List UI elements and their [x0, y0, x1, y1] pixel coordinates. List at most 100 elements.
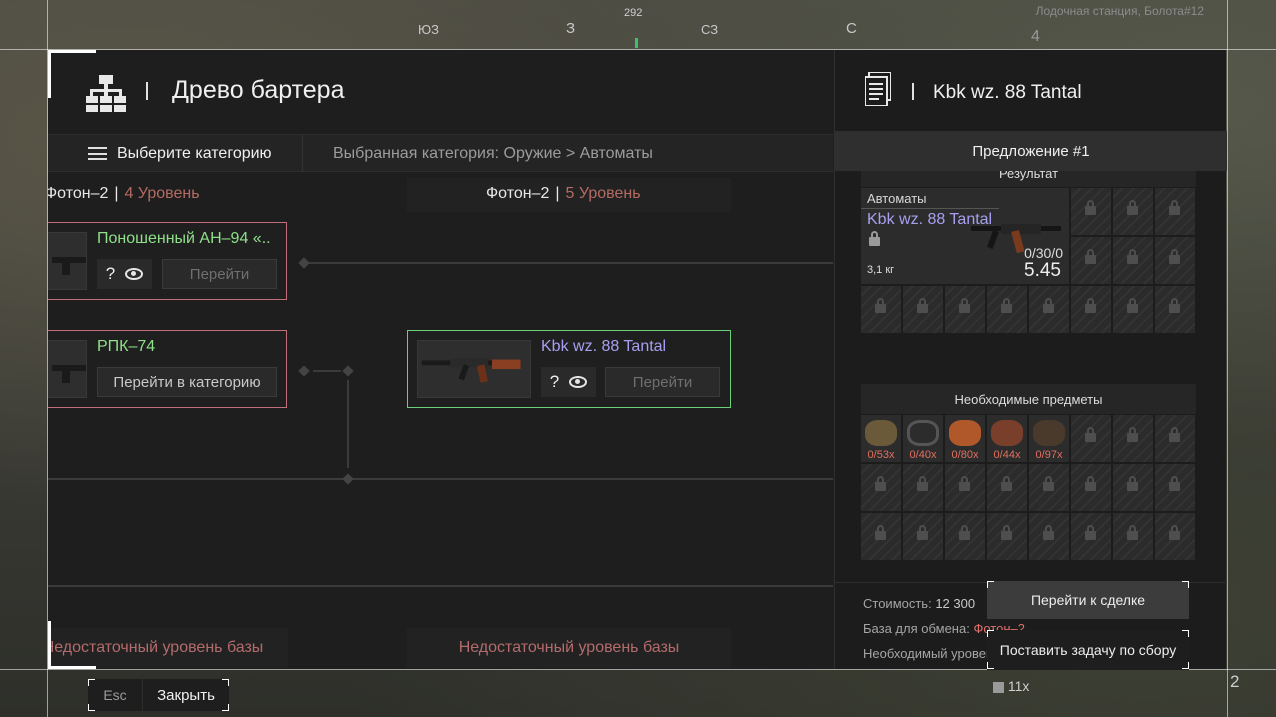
- help-icon[interactable]: ?: [550, 372, 559, 392]
- go-to-category-button[interactable]: Перейти в категорию: [97, 367, 277, 397]
- locked-slot: [1113, 286, 1153, 333]
- lock-icon: [959, 525, 970, 540]
- lock-icon: [1085, 200, 1096, 215]
- multiplier-label: 11x: [993, 678, 1029, 694]
- offer-detail-pane: Kbk wz. 88 Tantal Предложение #1 Результ…: [834, 50, 1227, 670]
- lock-icon: [869, 231, 880, 246]
- lock-icon: [1169, 476, 1180, 491]
- lock-icon: [1127, 298, 1138, 313]
- card-title: РПК–74: [97, 338, 156, 355]
- compass-tick: ЮЗ: [418, 22, 439, 37]
- locked-slot: [1071, 237, 1111, 284]
- locked-slot: [1155, 464, 1195, 511]
- required-items-grid: 0/53x 0/40x 0/80x 0/44x 0/97x: [861, 415, 1195, 560]
- item-ammo: 0/30/0: [1024, 245, 1063, 261]
- item-thumbnail: [48, 232, 87, 290]
- select-category-label: Выберите категорию: [117, 144, 272, 162]
- locked-slot: [1071, 513, 1111, 560]
- lock-icon: [1127, 249, 1138, 264]
- hud-number: 4: [1031, 28, 1040, 45]
- required-item[interactable]: 0/53x: [861, 415, 901, 462]
- button-corner: [88, 704, 95, 711]
- required-count: 0/80x: [951, 449, 979, 461]
- compass-bearing: 292: [624, 7, 643, 19]
- lock-icon: [1043, 476, 1054, 491]
- go-button[interactable]: Перейти: [162, 259, 277, 289]
- view-icon[interactable]: [125, 268, 144, 280]
- page-title: Древо бартера: [172, 76, 345, 104]
- go-button[interactable]: Перейти: [605, 367, 720, 397]
- tree-node-dot: [342, 473, 354, 485]
- locked-slot: [987, 286, 1027, 333]
- window-corner: [48, 621, 96, 669]
- esc-key-hint[interactable]: Esc: [88, 679, 142, 711]
- locked-slot: [903, 513, 943, 560]
- lock-icon: [1169, 249, 1180, 264]
- tree-card-an94[interactable]: Поношенный АН–94 «.. ? Перейти: [48, 222, 287, 300]
- frame-line: [1227, 0, 1228, 717]
- lock-icon: [1085, 249, 1096, 264]
- go-to-deal-button[interactable]: Перейти к сделке: [987, 581, 1189, 619]
- tree-card-tantal[interactable]: Kbk wz. 88 Tantal ? Перейти: [407, 330, 731, 408]
- tree-card-rpk74[interactable]: РПК–74 Перейти в категорию: [48, 330, 287, 408]
- compass-tick: З: [566, 20, 576, 37]
- cost-row: Стоимость: 12 300: [863, 596, 975, 611]
- button-corner: [222, 679, 229, 686]
- location-label: Лодочная станция, Болота#12: [1035, 4, 1204, 18]
- rifle-icon: [52, 257, 86, 275]
- item-name: Kbk wz. 88 Tantal: [867, 211, 993, 228]
- locked-slot: [903, 286, 943, 333]
- locked-slot: [1071, 188, 1111, 235]
- required-item[interactable]: 0/97x: [1029, 415, 1069, 462]
- close-button[interactable]: Закрыть: [143, 679, 229, 711]
- locked-slot: [1029, 513, 1069, 560]
- lock-icon: [959, 298, 970, 313]
- lock-icon: [917, 525, 928, 540]
- help-icon[interactable]: ?: [106, 264, 115, 284]
- set-collection-task-button[interactable]: Поставить задачу по сбору: [987, 630, 1189, 670]
- tree-connector: [48, 585, 833, 587]
- locked-slot: [1071, 415, 1111, 462]
- document-icon: [865, 72, 891, 106]
- item-caliber: 5.45: [1024, 260, 1061, 281]
- locked-slot: [861, 464, 901, 511]
- required-item[interactable]: 0/40x: [903, 415, 943, 462]
- select-category-button[interactable]: Выберите категорию: [48, 135, 303, 172]
- resource-icon: [991, 420, 1023, 446]
- lock-icon: [1085, 476, 1096, 491]
- required-item[interactable]: 0/44x: [987, 415, 1027, 462]
- detail-title: Kbk wz. 88 Tantal: [933, 82, 1082, 103]
- required-count: 0/97x: [1035, 449, 1063, 461]
- rifle-icon: [421, 358, 521, 383]
- category-bar: Выберите категорию Выбранная категория: …: [48, 134, 833, 172]
- locked-slot: [1155, 286, 1195, 333]
- cost-label: Стоимость:: [863, 596, 932, 611]
- compass-marker: [635, 38, 638, 48]
- lock-icon: [1001, 476, 1012, 491]
- result-item[interactable]: Автоматы Kbk wz. 88 Tantal 3,1 кг 0/30/0…: [861, 188, 1069, 284]
- locked-slot: [945, 513, 985, 560]
- lock-icon: [1169, 427, 1180, 442]
- tab-offer-1[interactable]: Предложение #1: [835, 131, 1227, 171]
- locked-slot: [1155, 513, 1195, 560]
- required-item[interactable]: 0/80x: [945, 415, 985, 462]
- locked-slot: [1029, 464, 1069, 511]
- result-grid-right: [1071, 188, 1195, 284]
- rifle-icon: [52, 365, 86, 383]
- window-corner: [48, 50, 96, 98]
- item-weight: 3,1 кг: [867, 264, 895, 276]
- lock-icon: [1085, 525, 1096, 540]
- locked-slot: [1113, 237, 1153, 284]
- hud-count: 2: [1230, 672, 1240, 691]
- lock-icon: [1085, 427, 1096, 442]
- resource-icon: [1033, 420, 1065, 446]
- view-icon[interactable]: [569, 376, 588, 388]
- base-label: База для обмена:: [863, 621, 970, 636]
- lock-icon: [959, 476, 970, 491]
- tree-node-dot: [298, 257, 310, 269]
- column-level: 5 Уровень: [565, 185, 641, 202]
- locked-slot: [987, 513, 1027, 560]
- lock-icon: [875, 298, 886, 313]
- tree-connector: [48, 478, 833, 480]
- category-underline: [861, 208, 999, 209]
